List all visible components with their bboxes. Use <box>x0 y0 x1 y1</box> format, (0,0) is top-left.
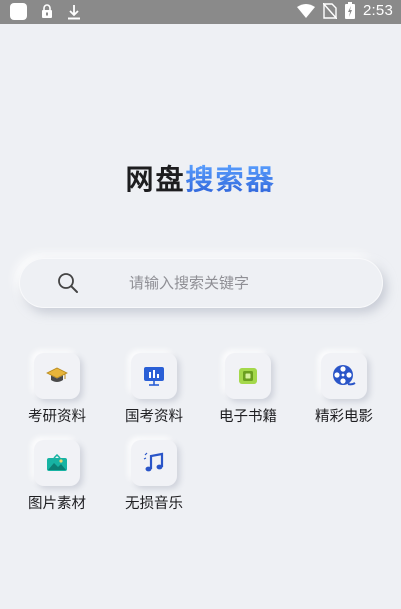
category-label: 无损音乐 <box>125 496 183 512</box>
app-screen: 2:53 网盘搜索器 考研资料 <box>0 0 401 609</box>
download-icon <box>68 4 80 19</box>
lock-icon <box>42 4 52 18</box>
category-movies[interactable]: 精彩电影 <box>297 353 387 433</box>
category-music[interactable]: 无损音乐 <box>107 440 197 520</box>
graduation-cap-icon[interactable] <box>34 353 80 399</box>
ebook-icon[interactable] <box>225 353 271 399</box>
wifi-icon <box>297 3 315 18</box>
search-icon[interactable] <box>57 272 79 294</box>
category-kaoyan[interactable]: 考研资料 <box>10 353 100 433</box>
search-bar[interactable] <box>19 258 383 308</box>
page-title: 网盘搜索器 <box>0 158 401 198</box>
status-time: 2:53 <box>363 2 393 19</box>
category-label: 图片素材 <box>28 496 86 512</box>
no-sim-icon <box>323 2 337 19</box>
category-label: 电子书籍 <box>219 409 277 425</box>
category-label: 精彩电影 <box>315 409 373 425</box>
title-part-1: 网盘 <box>125 163 186 196</box>
category-ebooks[interactable]: 电子书籍 <box>201 353 291 433</box>
battery-charging-icon <box>345 2 355 19</box>
category-label: 考研资料 <box>28 409 86 425</box>
title-part-2: 搜索器 <box>185 163 276 196</box>
film-reel-icon[interactable] <box>321 353 367 399</box>
status-bar: 2:53 <box>0 0 401 24</box>
category-images[interactable]: 图片素材 <box>10 440 100 520</box>
category-guokao[interactable]: 国考资料 <box>107 353 197 433</box>
app-square-icon <box>10 3 27 20</box>
category-label: 国考资料 <box>125 409 183 425</box>
presentation-chart-icon[interactable] <box>131 353 177 399</box>
image-icon[interactable] <box>34 440 80 486</box>
music-note-icon[interactable] <box>131 440 177 486</box>
search-input[interactable] <box>129 258 359 308</box>
